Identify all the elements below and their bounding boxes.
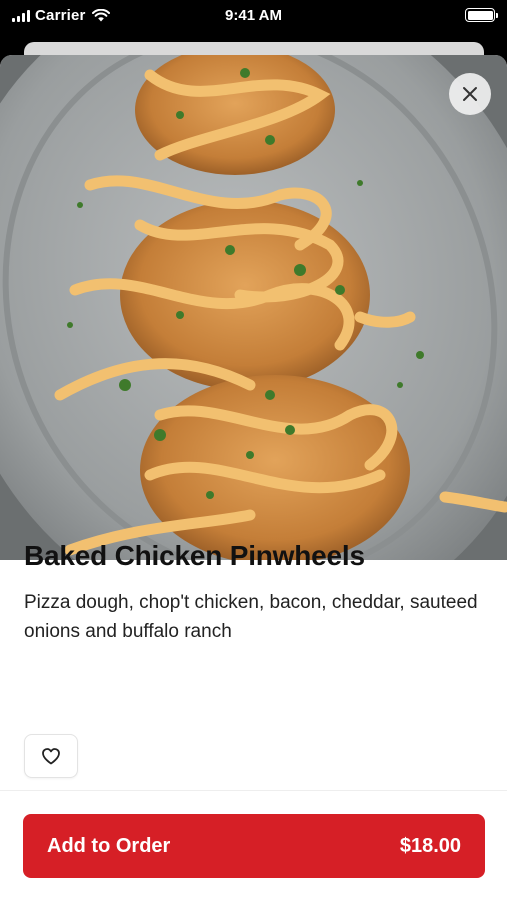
status-bar: Carrier 9:41 AM [0, 0, 507, 34]
close-button[interactable] [449, 73, 491, 115]
item-detail-sheet: Add to Order $18.00 [0, 55, 507, 900]
close-icon [463, 87, 477, 101]
item-description: Pizza dough, chop't chicken, bacon, ched… [24, 592, 478, 642]
heart-icon [42, 748, 60, 765]
item-info: Baked Chicken Pinwheels Pizza dough, cho… [24, 540, 489, 646]
add-to-order-button[interactable]: Add to Order $18.00 [23, 814, 485, 878]
status-time: 9:41 AM [225, 7, 282, 24]
favorite-button[interactable] [24, 734, 78, 778]
add-to-order-label: Add to Order [47, 834, 171, 857]
item-title: Baked Chicken Pinwheels [24, 540, 365, 571]
item-photo [0, 55, 507, 560]
price-label: $18.00 [399, 834, 461, 857]
battery-icon [465, 8, 498, 22]
footer-divider [0, 790, 507, 791]
